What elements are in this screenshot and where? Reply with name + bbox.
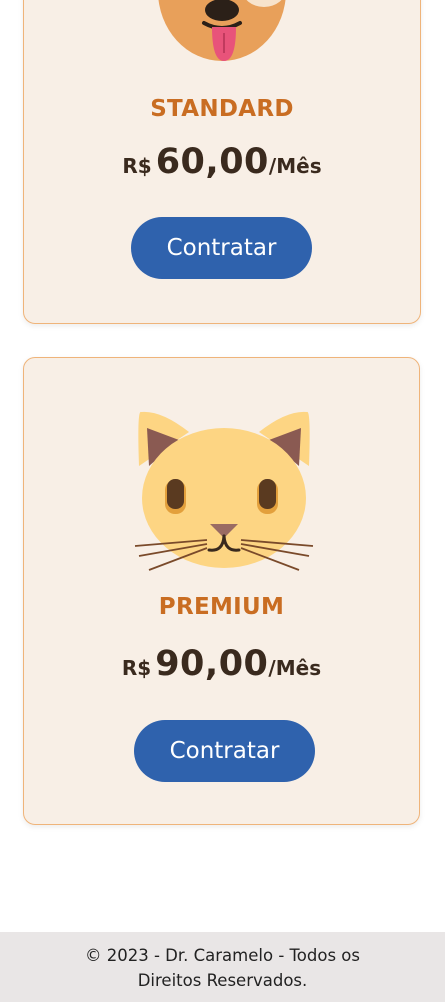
dog-face-icon <box>158 0 286 61</box>
contratar-button-premium[interactable]: Contratar <box>134 720 315 782</box>
footer-copyright-line2: Direitos Reservados. <box>137 971 308 990</box>
price-currency: R$ <box>121 656 152 680</box>
price-amount: 60,00 <box>155 142 269 182</box>
cat-face-icon <box>134 411 314 571</box>
price-currency: R$ <box>122 154 152 178</box>
plan-name: PREMIUM <box>158 594 285 620</box>
plan-name: STANDARD <box>150 96 294 122</box>
plan-price: R$ 60,00/Mês <box>24 142 420 182</box>
plan-card-standard: STANDARD R$ 60,00/Mês Contratar <box>23 0 421 324</box>
pricing-page: STANDARD R$ 60,00/Mês Contratar PREMIUM … <box>0 0 445 1002</box>
price-amount: 90,00 <box>155 644 269 684</box>
plan-price: R$ 90,00/Mês <box>24 644 419 684</box>
price-period: /Mês <box>268 154 322 178</box>
footer: © 2023 - Dr. Caramelo - Todos os Direito… <box>0 932 445 1002</box>
contratar-button-standard[interactable]: Contratar <box>131 217 312 279</box>
price-period: /Mês <box>268 656 322 680</box>
plan-card-premium: PREMIUM R$ 90,00/Mês Contratar <box>23 357 420 825</box>
footer-copyright-line1: © 2023 - Dr. Caramelo - Todos os <box>85 946 360 965</box>
